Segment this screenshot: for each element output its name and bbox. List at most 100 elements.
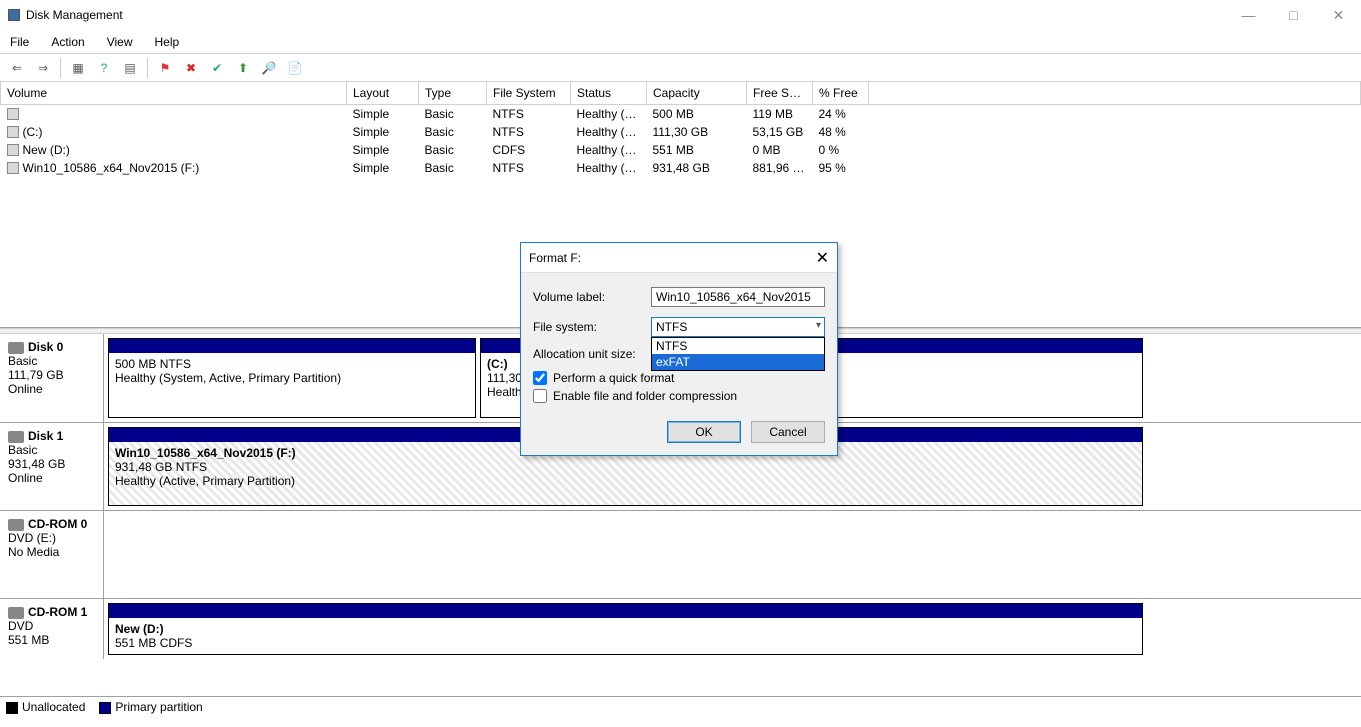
volume-icon (7, 162, 19, 174)
partition-title: (C:) (487, 357, 508, 371)
volume-icon (7, 126, 19, 138)
volume-row[interactable]: Win10_10586_x64_Nov2015 (F:)SimpleBasicN… (1, 159, 1361, 177)
column-header-filler (869, 82, 1361, 104)
tb-btn-9[interactable]: 📄 (284, 57, 306, 79)
swatch-primary (99, 702, 111, 714)
volume-name: Win10_10586_x64_Nov2015 (F:) (23, 161, 200, 175)
column-header[interactable]: Capacity (647, 82, 747, 104)
dialog-close-button[interactable]: ✕ (816, 248, 829, 268)
help-icon: ? (101, 61, 108, 75)
disk-info[interactable]: CD-ROM 1DVD551 MB (0, 599, 104, 659)
disk-kind: DVD (8, 619, 33, 633)
arrow-left-icon: ⇐ (12, 61, 22, 75)
volume-icon (7, 144, 19, 156)
compress-checkbox[interactable] (533, 389, 547, 403)
quick-format-label[interactable]: Perform a quick format (553, 371, 674, 385)
legend-bar: Unallocated Primary partition (0, 696, 1361, 717)
disk-icon (8, 342, 24, 354)
volume-label-input[interactable] (651, 287, 825, 307)
filesystem-value: NTFS (656, 320, 687, 334)
volume-table[interactable]: VolumeLayoutTypeFile SystemStatusCapacit… (0, 82, 1361, 177)
menu-file[interactable]: File (6, 33, 33, 51)
tb-btn-8[interactable]: 🔎 (258, 57, 280, 79)
partition-title: Win10_10586_x64_Nov2015 (F:) (115, 446, 296, 460)
toolbar-separator (147, 58, 148, 78)
tb-btn-6[interactable]: ✔ (206, 57, 228, 79)
filesystem-select[interactable]: NTFS ▾ (651, 317, 825, 337)
column-header[interactable]: Volume (1, 82, 347, 104)
disk-info[interactable]: Disk 1Basic931,48 GBOnline (0, 423, 104, 510)
search-icon: 🔎 (262, 61, 277, 75)
back-button[interactable]: ⇐ (6, 57, 28, 79)
volume-label-label: Volume label: (533, 290, 651, 304)
filesystem-dropdown[interactable]: NTFSexFAT (651, 337, 825, 371)
allocation-label: Allocation unit size: (533, 347, 651, 361)
disk-name: CD-ROM 1 (28, 605, 87, 619)
ok-button[interactable]: OK (667, 421, 741, 443)
close-button[interactable]: ✕ (1316, 0, 1361, 30)
quick-format-checkbox[interactable] (533, 371, 547, 385)
panel-icon: ▦ (72, 61, 83, 75)
disk-name: CD-ROM 0 (28, 517, 87, 531)
legend-primary: Primary partition (115, 700, 202, 714)
flag-icon: ⚑ (160, 61, 171, 75)
filesystem-label: File system: (533, 320, 651, 334)
disk-icon (8, 607, 24, 619)
menu-view[interactable]: View (103, 33, 137, 51)
column-header[interactable]: Free Spa... (747, 82, 813, 104)
disk-state: Online (8, 382, 43, 396)
app-title: Disk Management (26, 8, 123, 22)
compress-label[interactable]: Enable file and folder compression (553, 389, 737, 403)
volume-icon (7, 108, 19, 120)
column-header[interactable]: Status (571, 82, 647, 104)
column-header[interactable]: % Free (813, 82, 869, 104)
volume-row[interactable]: New (D:)SimpleBasicCDFSHealthy (P...551 … (1, 141, 1361, 159)
tb-btn-3[interactable]: ▤ (119, 57, 141, 79)
partition[interactable]: 500 MB NTFSHealthy (System, Active, Prim… (108, 338, 476, 418)
disk-row: CD-ROM 1DVD551 MBNew (D:)551 MB CDFS (0, 598, 1361, 659)
filesystem-option[interactable]: NTFS (652, 338, 824, 354)
partition-line1: 931,48 GB NTFS (115, 460, 207, 474)
volume-name: New (D:) (23, 143, 70, 157)
arrow-right-icon: ⇒ (38, 61, 48, 75)
disk-size: 931,48 GB (8, 457, 65, 471)
partition-line1: 500 MB NTFS (115, 357, 191, 371)
menu-bar: File Action View Help (0, 30, 1361, 54)
legend-unallocated: Unallocated (22, 700, 85, 714)
column-header[interactable]: Type (419, 82, 487, 104)
tb-btn-4[interactable]: ⚑ (154, 57, 176, 79)
partition[interactable]: New (D:)551 MB CDFS (108, 603, 1143, 655)
disk-row: CD-ROM 0DVD (E:)No Media (0, 510, 1361, 598)
volume-row[interactable]: SimpleBasicNTFSHealthy (S...500 MB119 MB… (1, 104, 1361, 123)
column-header[interactable]: Layout (347, 82, 419, 104)
doc-icon: 📄 (288, 61, 303, 75)
disk-state: Online (8, 471, 43, 485)
menu-help[interactable]: Help (151, 33, 184, 51)
forward-button[interactable]: ⇒ (32, 57, 54, 79)
partition-body: 500 MB NTFSHealthy (System, Active, Prim… (109, 353, 475, 417)
disk-size: 551 MB (8, 633, 49, 647)
tb-btn-2[interactable]: ? (93, 57, 115, 79)
tb-btn-7[interactable]: ⬆ (232, 57, 254, 79)
delete-icon: ✖ (186, 61, 196, 75)
cancel-button[interactable]: Cancel (751, 421, 825, 443)
disk-info[interactable]: Disk 0Basic111,79 GBOnline (0, 334, 104, 422)
chevron-down-icon: ▾ (816, 320, 821, 331)
disk-info[interactable]: CD-ROM 0DVD (E:)No Media (0, 511, 104, 598)
filesystem-option[interactable]: exFAT (652, 354, 824, 370)
menu-action[interactable]: Action (47, 33, 88, 51)
maximize-button[interactable]: □ (1271, 0, 1316, 30)
up-icon: ⬆ (238, 61, 248, 75)
app-icon (8, 9, 20, 21)
partition-line1: 551 MB CDFS (115, 636, 192, 650)
column-header[interactable]: File System (487, 82, 571, 104)
minimize-button[interactable]: — (1226, 0, 1271, 30)
format-dialog: Format F: ✕ Volume label: File system: N… (520, 242, 838, 456)
disk-partitions: New (D:)551 MB CDFS (104, 599, 1361, 659)
partition-line2: Healthy (Active, Primary Partition) (115, 474, 295, 488)
tb-btn-5[interactable]: ✖ (180, 57, 202, 79)
partition-body: New (D:)551 MB CDFS (109, 618, 1142, 654)
disk-icon (8, 431, 24, 443)
volume-row[interactable]: (C:)SimpleBasicNTFSHealthy (B...111,30 G… (1, 123, 1361, 141)
tb-btn-1[interactable]: ▦ (67, 57, 89, 79)
